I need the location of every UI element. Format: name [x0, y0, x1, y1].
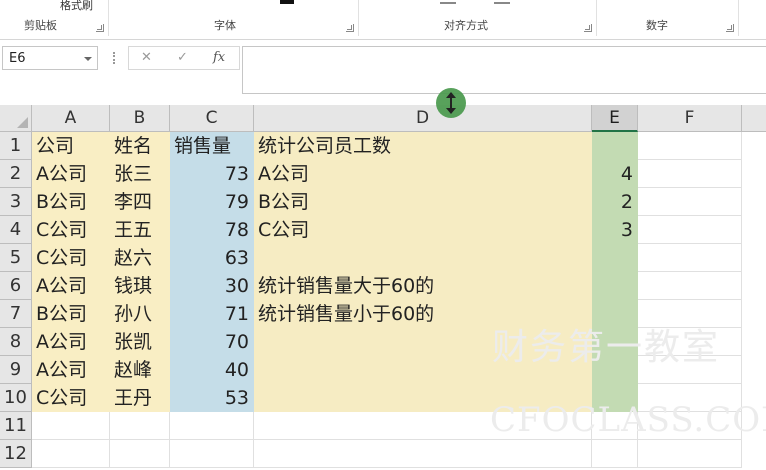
row-header-1[interactable]: 1	[0, 132, 32, 160]
cell-a5[interactable]: C公司	[32, 244, 110, 272]
row-header-12[interactable]: 12	[0, 440, 32, 468]
row-header-4[interactable]: 4	[0, 216, 32, 244]
cell-e3[interactable]: 2	[592, 188, 638, 216]
cell-b10[interactable]: 王丹	[110, 384, 170, 412]
cell-d1[interactable]: 统计公司员工数	[254, 132, 592, 160]
cell-a9[interactable]: A公司	[32, 356, 110, 384]
row-header-10[interactable]: 10	[0, 384, 32, 412]
cell-b12[interactable]	[110, 440, 170, 468]
cell-d5[interactable]	[254, 244, 592, 272]
cell-c11[interactable]	[170, 412, 254, 440]
row-header-7[interactable]: 7	[0, 300, 32, 328]
cell-d4[interactable]: C公司	[254, 216, 592, 244]
cell-b8[interactable]: 张凯	[110, 328, 170, 356]
cell-a2[interactable]: A公司	[32, 160, 110, 188]
cell-f6[interactable]	[638, 272, 742, 300]
cell-a7[interactable]: B公司	[32, 300, 110, 328]
cell-b2[interactable]: 张三	[110, 160, 170, 188]
cell-c7[interactable]: 71	[170, 300, 254, 328]
row-header-9[interactable]: 9	[0, 356, 32, 384]
cell-e4[interactable]: 3	[592, 216, 638, 244]
column-header-f[interactable]: F	[638, 105, 742, 132]
cell-d12[interactable]	[254, 440, 592, 468]
cell-d3[interactable]: B公司	[254, 188, 592, 216]
cell-e6[interactable]	[592, 272, 638, 300]
row-header-8[interactable]: 8	[0, 328, 32, 356]
row-header-3[interactable]: 3	[0, 188, 32, 216]
cell-f12[interactable]	[638, 440, 742, 468]
cell-e1[interactable]	[592, 132, 638, 160]
cell-a8[interactable]: A公司	[32, 328, 110, 356]
cell-b7[interactable]: 孙八	[110, 300, 170, 328]
cell-a12[interactable]	[32, 440, 110, 468]
cell-a10[interactable]: C公司	[32, 384, 110, 412]
cell-d2[interactable]: A公司	[254, 160, 592, 188]
column-header-e[interactable]: E	[592, 105, 638, 132]
cell-c1[interactable]: 销售量	[170, 132, 254, 160]
cell-c6[interactable]: 30	[170, 272, 254, 300]
row-header-5[interactable]: 5	[0, 244, 32, 272]
cell-c2[interactable]: 73	[170, 160, 254, 188]
column-header-c[interactable]: C	[170, 105, 254, 132]
cell-b9[interactable]: 赵峰	[110, 356, 170, 384]
cell-c12[interactable]	[170, 440, 254, 468]
cell-e5[interactable]	[592, 244, 638, 272]
cell-f3[interactable]	[638, 188, 742, 216]
cell-f5[interactable]	[638, 244, 742, 272]
cell-e2[interactable]: 4	[592, 160, 638, 188]
cell-b6[interactable]: 钱琪	[110, 272, 170, 300]
cell-a4[interactable]: C公司	[32, 216, 110, 244]
watermark-url: CFOCLASS.COM	[490, 400, 766, 440]
cell-c3[interactable]: 79	[170, 188, 254, 216]
cell-d6[interactable]: 统计销售量大于60的	[254, 272, 592, 300]
column-header-b[interactable]: B	[110, 105, 170, 132]
cell-f4[interactable]	[638, 216, 742, 244]
cell-c5[interactable]: 63	[170, 244, 254, 272]
column-header-a[interactable]: A	[32, 105, 110, 132]
cell-a3[interactable]: B公司	[32, 188, 110, 216]
cell-a1[interactable]: 公司	[32, 132, 110, 160]
row-header-2[interactable]: 2	[0, 160, 32, 188]
cell-c4[interactable]: 78	[170, 216, 254, 244]
column-header-d[interactable]: D	[254, 105, 592, 132]
row-header-11[interactable]: 11	[0, 412, 32, 440]
cell-c10[interactable]: 53	[170, 384, 254, 412]
cell-b1[interactable]: 姓名	[110, 132, 170, 160]
select-all-button[interactable]	[0, 105, 32, 132]
cell-a11[interactable]	[32, 412, 110, 440]
cell-a6[interactable]: A公司	[32, 272, 110, 300]
cell-c8[interactable]: 70	[170, 328, 254, 356]
watermark-text: 财务第一教室	[492, 327, 721, 368]
resize-cursor-icon	[436, 88, 466, 118]
cell-b4[interactable]: 王五	[110, 216, 170, 244]
cell-f1[interactable]	[638, 132, 742, 160]
cell-b11[interactable]	[110, 412, 170, 440]
cell-b3[interactable]: 李四	[110, 188, 170, 216]
cell-b5[interactable]: 赵六	[110, 244, 170, 272]
cell-e12[interactable]	[592, 440, 638, 468]
cell-f2[interactable]	[638, 160, 742, 188]
cell-c9[interactable]: 40	[170, 356, 254, 384]
row-header-6[interactable]: 6	[0, 272, 32, 300]
